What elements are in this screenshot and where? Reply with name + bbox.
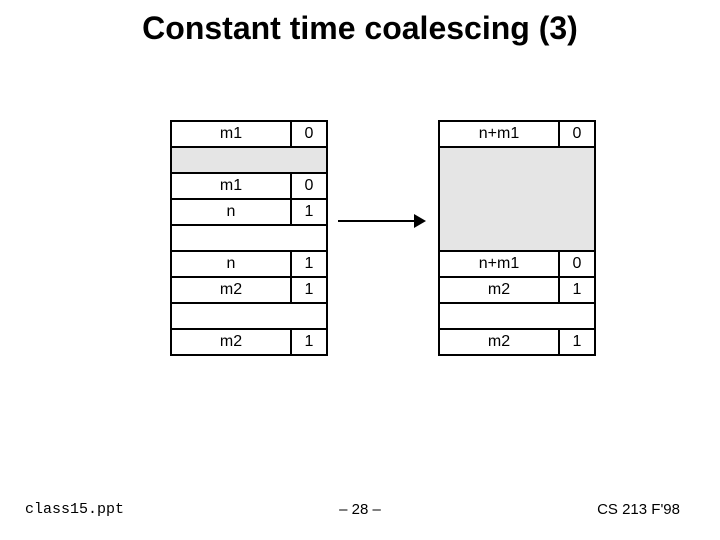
before-cell-main: m2 xyxy=(171,277,291,303)
coalescing-diagram: m10m10n1n1m21m21 n+m10n+m10m21m21 xyxy=(170,120,600,360)
before-row: m10 xyxy=(171,173,327,199)
before-row: m21 xyxy=(171,329,327,355)
before-row: n1 xyxy=(171,251,327,277)
before-cell-main: m1 xyxy=(171,173,291,199)
after-row: m21 xyxy=(439,277,595,303)
arrow-right-icon xyxy=(338,212,428,230)
after-row xyxy=(439,225,595,251)
before-cell-bit: 0 xyxy=(291,173,327,199)
after-block-table: n+m10n+m10m21m21 xyxy=(438,120,596,356)
after-cell-main: n+m1 xyxy=(439,251,559,277)
footer-course: CS 213 F'98 xyxy=(597,501,680,518)
before-row xyxy=(171,303,327,329)
before-block-table: m10m10n1n1m21m21 xyxy=(170,120,328,356)
before-row: m21 xyxy=(171,277,327,303)
before-cell-main: m1 xyxy=(171,121,291,147)
before-row: m10 xyxy=(171,121,327,147)
after-row xyxy=(439,199,595,225)
before-cell-main: n xyxy=(171,251,291,277)
after-cell-bit: 1 xyxy=(559,329,595,355)
slide: Constant time coalescing (3) m10m10n1n1m… xyxy=(0,0,720,540)
after-cell-main: n+m1 xyxy=(439,121,559,147)
before-row xyxy=(171,147,327,173)
before-cell-bit: 1 xyxy=(291,277,327,303)
before-cell-bit: 0 xyxy=(291,121,327,147)
after-row xyxy=(439,303,595,329)
after-cell-main: m2 xyxy=(439,329,559,355)
after-cell-bit: 0 xyxy=(559,251,595,277)
before-cell-bit: 1 xyxy=(291,251,327,277)
after-row: m21 xyxy=(439,329,595,355)
before-row: n1 xyxy=(171,199,327,225)
slide-title: Constant time coalescing (3) xyxy=(0,10,720,47)
after-row: n+m10 xyxy=(439,251,595,277)
before-cell-bit: 1 xyxy=(291,329,327,355)
before-row xyxy=(171,225,327,251)
before-cell-main: m2 xyxy=(171,329,291,355)
after-cell-bit: 0 xyxy=(559,121,595,147)
before-cell-main: n xyxy=(171,199,291,225)
after-cell-main: m2 xyxy=(439,277,559,303)
after-row: n+m10 xyxy=(439,121,595,147)
after-row xyxy=(439,147,595,173)
after-row xyxy=(439,173,595,199)
before-cell-bit: 1 xyxy=(291,199,327,225)
after-cell-bit: 1 xyxy=(559,277,595,303)
